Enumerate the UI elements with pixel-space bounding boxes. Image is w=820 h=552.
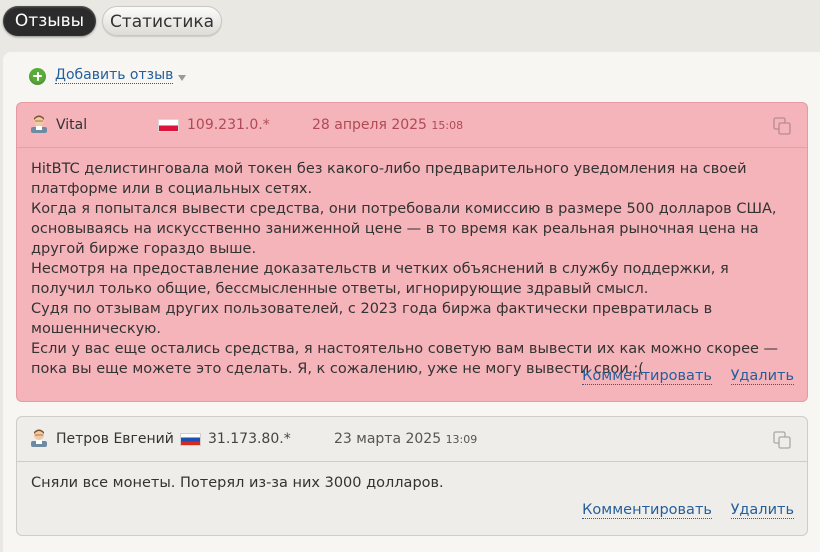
copy-icon[interactable] xyxy=(772,430,792,450)
review-card: Vital 109.231.0.* 28 апреля 2025 15:08 H… xyxy=(16,102,808,402)
copy-icon[interactable] xyxy=(772,116,792,136)
review-text: HitBTC делистинговала мой токен без како… xyxy=(31,161,779,377)
review-date-text: 28 апреля 2025 xyxy=(312,117,427,133)
review-date: 23 марта 2025 13:09 xyxy=(334,431,477,447)
add-review-row: Добавить отзыв xyxy=(29,66,187,86)
caret-down-icon[interactable] xyxy=(178,74,187,81)
review-time: 15:08 xyxy=(431,119,464,132)
user-icon xyxy=(31,429,47,447)
review-actions: Комментировать Удалить xyxy=(568,368,794,385)
review-header: Vital 109.231.0.* 28 апреля 2025 15:08 xyxy=(17,103,807,148)
review-header: Петров Евгений 31.173.80.* 23 марта 2025… xyxy=(17,417,807,462)
review-date-text: 23 марта 2025 xyxy=(334,431,442,447)
delete-link[interactable]: Удалить xyxy=(730,503,794,519)
comment-link[interactable]: Комментировать xyxy=(582,369,712,385)
review-author: Петров Евгений xyxy=(56,431,174,447)
review-card: Петров Евгений 31.173.80.* 23 марта 2025… xyxy=(16,416,808,536)
flag-poland-icon xyxy=(158,119,179,132)
tab-statistics[interactable]: Статистика xyxy=(102,6,222,36)
review-time: 13:09 xyxy=(445,433,478,446)
review-body: HitBTC делистинговала мой токен без како… xyxy=(31,159,793,379)
flag-russia-icon xyxy=(180,433,201,446)
delete-link[interactable]: Удалить xyxy=(730,369,794,385)
add-review-link[interactable]: Добавить отзыв xyxy=(55,68,174,84)
review-author: Vital xyxy=(56,117,88,133)
review-ip: 31.173.80.* xyxy=(208,431,291,447)
review-body: Сняли все монеты. Потерял из-за них 3000… xyxy=(31,473,793,493)
user-icon xyxy=(31,115,47,133)
review-text: Сняли все монеты. Потерял из-за них 3000… xyxy=(31,475,444,491)
tab-bar: Отзывы Статистика xyxy=(0,0,820,50)
plus-circle-icon[interactable] xyxy=(29,67,46,85)
tab-reviews[interactable]: Отзывы xyxy=(3,6,96,36)
review-actions: Комментировать Удалить xyxy=(568,502,794,519)
comment-link[interactable]: Комментировать xyxy=(582,503,712,519)
review-ip: 109.231.0.* xyxy=(187,117,270,133)
review-date: 28 апреля 2025 15:08 xyxy=(312,117,463,133)
